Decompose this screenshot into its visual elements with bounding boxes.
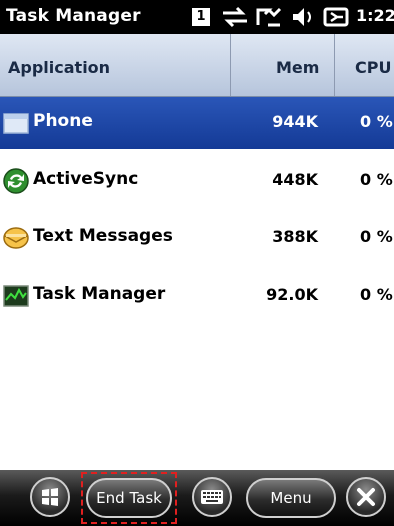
column-divider[interactable] [334,34,335,96]
volume-icon[interactable] [290,5,316,29]
signal-icon[interactable] [254,5,284,29]
app-mem: 388K [272,227,318,246]
column-mem[interactable]: Mem [276,58,319,77]
end-task-button[interactable]: End Task [86,478,172,518]
sync-arrows-icon[interactable] [220,5,250,29]
menu-button[interactable]: Menu [246,478,336,518]
app-name: ActiveSync [33,169,139,189]
keyboard-icon [201,490,223,504]
close-icon [357,488,375,506]
close-button[interactable] [346,477,386,517]
app-name: Task Manager [33,284,166,304]
column-cpu[interactable]: CPU [355,58,391,77]
sim-slot-badge: 1 [192,8,210,26]
column-divider[interactable] [230,34,231,96]
app-mem: 92.0K [266,285,318,304]
app-mem: 448K [272,170,318,189]
start-button[interactable] [30,477,70,517]
app-cpu: 0 % [360,112,393,131]
app-cpu: 0 % [360,170,393,189]
status-bar: Task Manager 1 1:22 [0,0,394,34]
list-item[interactable]: Phone 944K 0 % [0,97,394,149]
keyboard-button[interactable] [192,477,232,517]
column-header: Application Mem CPU [0,34,394,98]
list-item[interactable]: Task Manager 92.0K 0 % [0,270,394,322]
windows-start-icon [42,488,58,506]
window-title: Task Manager [6,6,141,26]
app-name: Phone [33,111,93,131]
app-cpu: 0 % [360,285,393,304]
task-manager-icon [3,285,29,307]
app-mem: 944K [272,112,318,131]
application-list: Phone 944K 0 % ActiveSync 448K 0 % Text … [0,97,394,457]
clock[interactable]: 1:22 [356,6,394,25]
battery-icon[interactable] [322,5,352,29]
activesync-icon [3,168,29,194]
softkey-bar: End Task Menu [0,470,394,526]
app-cpu: 0 % [360,227,393,246]
app-name: Text Messages [33,226,173,246]
phone-app-icon [3,113,29,134]
list-item[interactable]: ActiveSync 448K 0 % [0,155,394,207]
list-item[interactable]: Text Messages 388K 0 % [0,212,394,264]
column-application[interactable]: Application [8,58,110,77]
messages-icon [3,227,29,249]
